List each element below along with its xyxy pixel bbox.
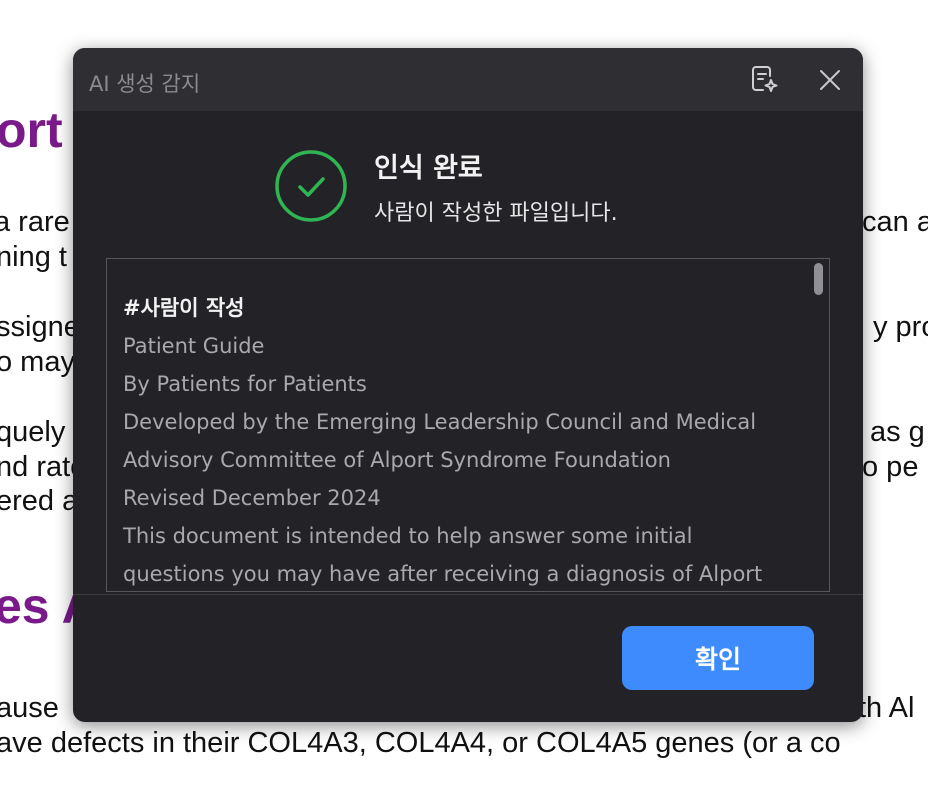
result-line: Developed by the Emerging Leadership Cou… [123, 410, 757, 434]
close-icon[interactable] [812, 62, 848, 98]
confirm-button[interactable]: 확인 [622, 626, 814, 690]
result-line: Advisory Committee of Alport Syndrome Fo… [123, 448, 671, 472]
result-text-area[interactable]: #사람이 작성 Patient Guide By Patients for Pa… [106, 258, 830, 592]
text-fragment: ave defects in their COL4A3, COL4A4, or … [0, 727, 841, 759]
dialog-title: AI 생성 감지 [89, 72, 201, 96]
check-circle-icon [274, 149, 348, 223]
result-text-content: #사람이 작성 Patient Guide By Patients for Pa… [123, 289, 799, 591]
text-fragment: quely [0, 416, 66, 448]
text-fragment: y prog [873, 311, 928, 343]
text-fragment: o pe [862, 451, 919, 483]
text-fragment: o may [0, 346, 75, 378]
document-sparkle-icon[interactable] [746, 61, 782, 97]
heading-fragment: ort [0, 102, 63, 158]
dialog-titlebar[interactable]: AI 생성 감지 [73, 48, 863, 111]
text-fragment: as g [870, 416, 925, 448]
result-line: questions you may have after receiving a… [123, 562, 763, 586]
text-fragment: ning t [0, 241, 67, 273]
text-fragment: ause [0, 692, 59, 724]
text-fragment: th Al [858, 692, 915, 724]
footer-divider [73, 594, 863, 595]
result-line: Patient Guide [123, 334, 265, 358]
scrollbar-thumb[interactable] [814, 263, 823, 295]
status-subtitle: 사람이 작성한 파일입니다. [374, 201, 618, 226]
result-line: By Patients for Patients [123, 372, 367, 396]
ai-detection-dialog: AI 생성 감지 인식 완료 사람이 작성한 파일입니다. #사람이 작성 Pa… [73, 48, 863, 722]
result-line: Revised December 2024 [123, 486, 381, 510]
text-fragment: can a [862, 206, 928, 238]
text-fragment: ered a [0, 485, 79, 517]
result-line: This document is intended to help answer… [123, 524, 693, 548]
result-tag: #사람이 작성 [123, 296, 245, 320]
text-fragment: a rare [0, 206, 70, 238]
text-fragment: ssigne [0, 311, 80, 343]
status-title: 인식 완료 [374, 153, 483, 184]
